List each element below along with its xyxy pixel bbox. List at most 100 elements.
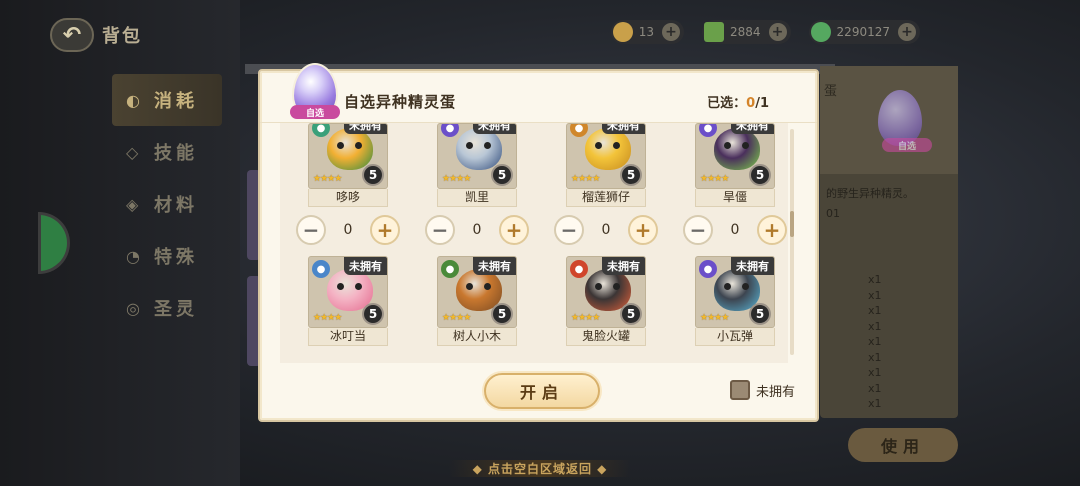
pet-portrait[interactable]: ● 未拥有 ★★★★ 5 [437, 123, 517, 189]
currency-coin: 13 + [610, 20, 684, 44]
quantity-value: 0 [472, 222, 482, 238]
pet-portrait[interactable]: ● 未拥有 ★★★★ 5 [308, 256, 388, 328]
not-owned-badge: 未拥有 [602, 257, 645, 275]
pet-portrait[interactable]: ● 未拥有 ★★★★ 5 [695, 256, 775, 328]
open-button[interactable]: 开启 [484, 373, 600, 409]
category-tab-special[interactable]: ◔ 特殊 [112, 230, 222, 282]
not-owned-filter[interactable]: 未拥有 [730, 380, 795, 400]
pet-selection-grid[interactable]: ● 未拥有 ★★★★ 5 哆哆 ● 未拥有 ★★★★ 5 凯里 ● 未拥有 ★★★★ 5 榴莲狮仔 ● 未拥有 ★… [280, 123, 788, 363]
currency-gem: 2884 + [702, 20, 791, 44]
plus-icon: + [763, 218, 781, 242]
category-menu: ◐ 消耗 ◇ 技能 ◈ 材料 ◔ 特殊 ◎ 圣灵 [112, 74, 222, 334]
pet-portrait[interactable]: ● 未拥有 ★★★★ 5 [566, 123, 646, 189]
plus-icon: + [634, 218, 652, 242]
selected-total: /1 [755, 96, 769, 111]
pet-avatar [456, 128, 502, 170]
level-badge: 5 [362, 164, 384, 186]
pet-card[interactable]: ● 未拥有 ★★★★ 5 凯里 [437, 123, 517, 207]
category-tab-skills[interactable]: ◇ 技能 [112, 126, 222, 178]
scroll-thumb[interactable] [790, 211, 794, 237]
increase-button[interactable]: + [757, 215, 787, 245]
currency-value: 13 [638, 25, 654, 39]
potion-icon: ◐ [126, 90, 144, 110]
not-owned-badge: 未拥有 [473, 257, 516, 275]
pet-portrait[interactable]: ● 未拥有 ★★★★ 5 [695, 123, 775, 189]
star-rating: ★★★★ [700, 313, 729, 323]
plus-icon: + [505, 218, 523, 242]
pet-eye [724, 142, 731, 149]
currency-gold: 2290127 + [808, 20, 920, 44]
level-badge: 5 [491, 164, 513, 186]
coin-icon [612, 22, 633, 42]
pet-eye [355, 283, 362, 290]
pet-avatar [714, 128, 760, 170]
increase-button[interactable]: + [628, 215, 658, 245]
not-owned-checkbox[interactable] [730, 380, 750, 400]
special-icon: ◔ [126, 246, 144, 266]
element-icon: ● [570, 124, 588, 137]
pet-eye [742, 283, 749, 290]
egg-badge: 自选 [290, 105, 340, 119]
level-badge: 5 [491, 303, 513, 325]
add-coin-button[interactable]: + [662, 23, 680, 41]
element-icon: ● [312, 124, 330, 137]
item-description-line: 的野生异种精灵。 [826, 187, 914, 200]
minus-icon: − [689, 218, 707, 242]
pet-card[interactable]: ● 未拥有 ★★★★ 5 哆哆 [308, 123, 388, 207]
increase-button[interactable]: + [499, 215, 529, 245]
decrease-button[interactable]: − [554, 215, 584, 245]
choose-egg-dialog: 自选 自选异种精灵蛋 已选：0/1 ● 未拥有 ★★★★ 5 哆哆 ● 未拥有 ★★★★ 5 凯里… [258, 63, 819, 422]
pet-card[interactable]: ● 未拥有 ★★★★ 5 树人小木 [437, 256, 517, 346]
back-button[interactable]: ↶ [50, 18, 94, 52]
pet-portrait[interactable]: ● 未拥有 ★★★★ 5 [566, 256, 646, 328]
star-rating: ★★★★ [313, 174, 342, 184]
level-badge: 5 [620, 164, 642, 186]
element-icon: ● [699, 260, 717, 278]
pet-name: 凯里 [437, 189, 517, 207]
increase-button[interactable]: + [370, 215, 400, 245]
pet-portrait[interactable]: ● 未拥有 ★★★★ 5 [437, 256, 517, 328]
pet-eye [613, 142, 620, 149]
pet-card[interactable]: ● 未拥有 ★★★★ 5 旱僵 [695, 123, 775, 207]
pet-card[interactable]: ● 未拥有 ★★★★ 5 冰叮当 [308, 256, 388, 346]
quantity-stepper[interactable]: − 0 + [554, 215, 658, 245]
star-rating: ★★★★ [571, 174, 600, 184]
category-label: 特殊 [154, 247, 198, 268]
category-tab-spirit[interactable]: ◎ 圣灵 [112, 282, 222, 334]
add-gem-button[interactable]: + [768, 23, 787, 41]
dialog-header: 自选 自选异种精灵蛋 已选：0/1 [260, 63, 817, 123]
currency-value: 2884 [730, 25, 761, 39]
item-reward-list: x1 x1 x1 x1 x1 x1 x1 x1 x1 [868, 272, 882, 412]
pet-card[interactable]: ● 未拥有 ★★★★ 5 鬼脸火罐 [566, 256, 646, 346]
reward-count: x1 [868, 335, 882, 348]
pet-card[interactable]: ● 未拥有 ★★★★ 5 榴莲狮仔 [566, 123, 646, 207]
dismiss-hint[interactable]: ◆ 点击空白区域返回 ◆ [0, 460, 1080, 477]
item-detail-panel: 蛋 自选 的野生异种精灵。 01 x1 x1 x1 x1 x1 x1 x1 x1… [820, 66, 958, 418]
pet-eye [724, 283, 731, 290]
grid-scrollbar[interactable] [790, 129, 794, 355]
currency-bar: 13 + 2884 + 2290127 + [610, 20, 920, 44]
use-button[interactable]: 使用 [848, 428, 958, 462]
decrease-button[interactable]: − [296, 215, 326, 245]
egg-badge: 自选 [882, 138, 932, 152]
pet-eye [595, 142, 602, 149]
category-tab-consumables[interactable]: ◐ 消耗 [112, 74, 222, 126]
category-tab-materials[interactable]: ◈ 材料 [112, 178, 222, 230]
star-rating: ★★★★ [442, 313, 471, 323]
decrease-button[interactable]: − [683, 215, 713, 245]
element-icon: ● [312, 260, 330, 278]
shield-icon: ◇ [126, 142, 143, 162]
pet-eye [337, 283, 344, 290]
category-label: 技能 [154, 143, 198, 164]
pet-portrait[interactable]: ● 未拥有 ★★★★ 5 [308, 123, 388, 189]
decrease-button[interactable]: − [425, 215, 455, 245]
add-gold-button[interactable]: + [898, 23, 916, 41]
quantity-stepper[interactable]: − 0 + [296, 215, 400, 245]
quantity-stepper[interactable]: − 0 + [425, 215, 529, 245]
selected-value: 0 [746, 96, 756, 111]
element-icon: ● [699, 124, 717, 137]
pet-card[interactable]: ● 未拥有 ★★★★ 5 小瓦弹 [695, 256, 775, 346]
item-detail-header: 蛋 自选 [820, 66, 958, 174]
reward-count: x1 [868, 381, 882, 395]
quantity-stepper[interactable]: − 0 + [683, 215, 787, 245]
